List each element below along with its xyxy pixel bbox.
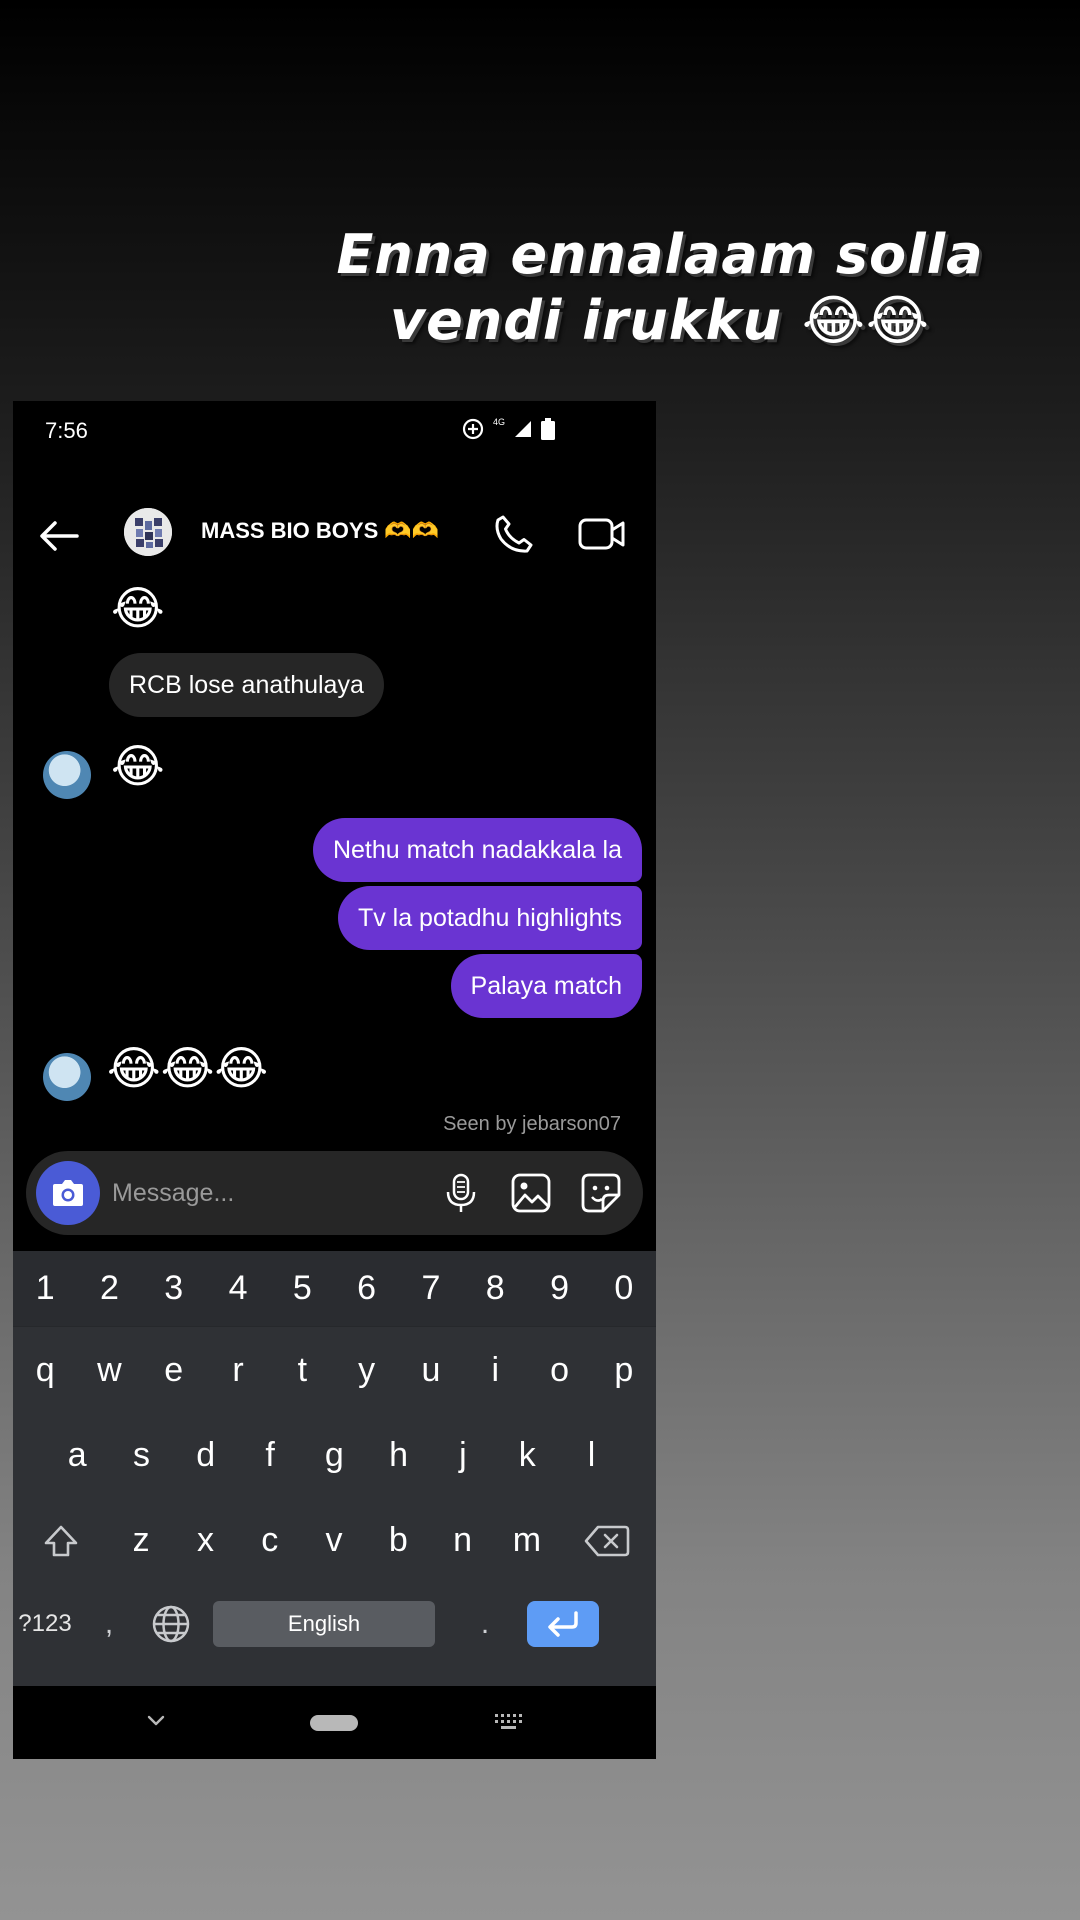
comma-key[interactable]: , [77, 1584, 141, 1664]
group-avatar-image [124, 508, 172, 556]
sender-avatar[interactable] [43, 1053, 91, 1101]
sender-avatar[interactable] [43, 751, 91, 799]
key-v[interactable]: v [302, 1498, 366, 1583]
period-key[interactable]: . [453, 1584, 517, 1664]
key-m[interactable]: m [495, 1498, 559, 1583]
globe-icon [152, 1605, 190, 1643]
message-outgoing[interactable]: Palaya match [450, 954, 642, 1018]
key-x[interactable]: x [173, 1498, 237, 1583]
signal-icon [515, 421, 532, 437]
key-h[interactable]: h [366, 1413, 430, 1498]
message-outgoing[interactable]: Tv la potadhu highlights [337, 886, 642, 950]
keyboard-row-qwerty: q w e r t y u i o p [13, 1328, 656, 1413]
key-q[interactable]: q [13, 1328, 77, 1413]
key-l[interactable]: l [559, 1413, 623, 1498]
video-call-icon[interactable] [577, 511, 627, 557]
key-n[interactable]: n [430, 1498, 494, 1583]
camera-icon [53, 1180, 83, 1206]
key-o[interactable]: o [527, 1328, 591, 1413]
key-b[interactable]: b [366, 1498, 430, 1583]
key-s[interactable]: s [109, 1413, 173, 1498]
key-8[interactable]: 8 [463, 1251, 527, 1326]
backspace-key[interactable] [559, 1498, 655, 1583]
network-type-label: 4G [493, 417, 506, 427]
overlay-caption: Enna ennalaam solla vendi irukku 😂😂 [300, 222, 1020, 354]
key-i[interactable]: i [463, 1328, 527, 1413]
shift-key[interactable] [13, 1498, 109, 1583]
key-p[interactable]: p [592, 1328, 656, 1413]
home-pill[interactable] [310, 1715, 358, 1731]
hide-keyboard-chevron-icon[interactable] [146, 1713, 166, 1727]
key-g[interactable]: g [302, 1413, 366, 1498]
key-5[interactable]: 5 [270, 1251, 334, 1326]
key-k[interactable]: k [495, 1413, 559, 1498]
enter-icon [548, 1611, 578, 1637]
sticker-icon[interactable] [579, 1171, 623, 1215]
symbols-key[interactable]: ?123 [13, 1584, 77, 1664]
language-key[interactable] [141, 1584, 201, 1664]
shift-icon [44, 1525, 78, 1556]
message-composer [26, 1151, 643, 1235]
keyboard-row-zxcv: z x c v b n m [13, 1498, 656, 1583]
status-bar: 7:56 4G [13, 401, 656, 461]
key-u[interactable]: u [399, 1328, 463, 1413]
key-0[interactable]: 0 [592, 1251, 656, 1326]
key-w[interactable]: w [77, 1328, 141, 1413]
message-outgoing[interactable]: Nethu match nadakkala la [312, 818, 642, 882]
data-saver-icon [462, 418, 484, 440]
key-y[interactable]: y [334, 1328, 398, 1413]
caption-line-1: Enna ennalaam solla [336, 223, 984, 286]
phone-screenshot: 7:56 4G MASS BIO BOYS 🫶🫶 😂 RCB lose anat… [13, 401, 656, 1759]
key-f[interactable]: f [238, 1413, 302, 1498]
space-key[interactable]: English [213, 1601, 435, 1647]
keyboard-row-bottom: ?123 , English . [13, 1584, 656, 1664]
message-emoji[interactable]: 😂😂😂 [107, 1041, 268, 1095]
key-1[interactable]: 1 [13, 1251, 77, 1326]
key-d[interactable]: d [174, 1413, 238, 1498]
key-a[interactable]: a [45, 1413, 109, 1498]
camera-button[interactable] [36, 1161, 100, 1225]
system-nav-bar [13, 1686, 656, 1759]
status-icons: 4G [461, 416, 556, 442]
key-4[interactable]: 4 [206, 1251, 270, 1326]
backspace-icon [584, 1525, 630, 1556]
chat-header: MASS BIO BOYS 🫶🫶 [13, 496, 656, 576]
message-emoji[interactable]: 😂 [111, 581, 165, 635]
gallery-icon[interactable] [509, 1171, 553, 1215]
keyboard: 1 2 3 4 5 6 7 8 9 0 q w e r t y u i o p [13, 1251, 656, 1686]
keyboard-number-row: 1 2 3 4 5 6 7 8 9 0 [13, 1251, 656, 1327]
back-arrow-icon[interactable] [37, 516, 81, 556]
key-c[interactable]: c [238, 1498, 302, 1583]
keyboard-row-asdf: a s d f g h j k l [13, 1413, 656, 1498]
key-2[interactable]: 2 [77, 1251, 141, 1326]
chat-title[interactable]: MASS BIO BOYS 🫶🫶 [201, 518, 439, 544]
phone-call-icon[interactable] [491, 511, 537, 557]
key-t[interactable]: t [270, 1328, 334, 1413]
status-time: 7:56 [45, 418, 88, 443]
microphone-icon[interactable] [439, 1171, 483, 1215]
key-z[interactable]: z [109, 1498, 173, 1583]
key-r[interactable]: r [206, 1328, 270, 1413]
message-input[interactable] [112, 1173, 412, 1213]
message-incoming[interactable]: RCB lose anathulaya [109, 653, 384, 717]
enter-key[interactable] [527, 1601, 599, 1647]
key-j[interactable]: j [431, 1413, 495, 1498]
seen-receipt: Seen by jebarson07 [443, 1113, 621, 1135]
key-3[interactable]: 3 [142, 1251, 206, 1326]
key-e[interactable]: e [142, 1328, 206, 1413]
key-9[interactable]: 9 [527, 1251, 591, 1326]
battery-icon [541, 418, 556, 440]
keyboard-switcher-icon[interactable] [494, 1713, 526, 1731]
caption-line-2: vendi irukku 😂😂 [389, 289, 931, 352]
key-7[interactable]: 7 [399, 1251, 463, 1326]
key-6[interactable]: 6 [334, 1251, 398, 1326]
group-avatar[interactable] [124, 508, 172, 556]
message-emoji[interactable]: 😂 [111, 739, 165, 793]
